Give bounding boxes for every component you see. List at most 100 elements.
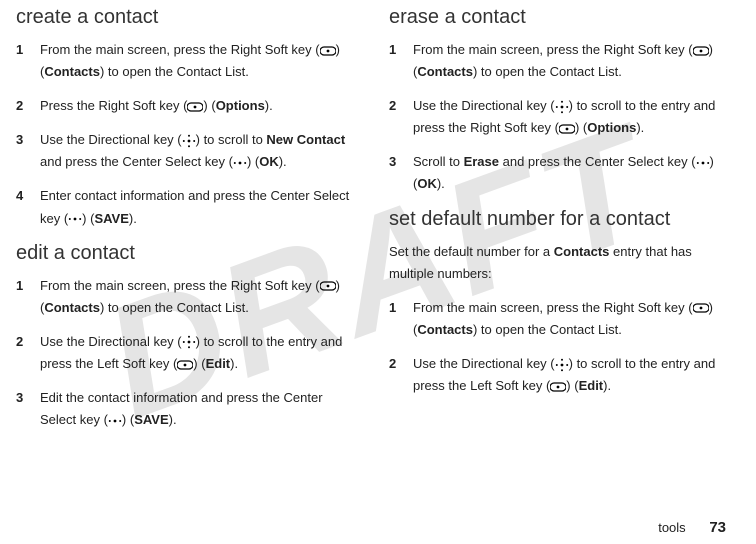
heading-set-default-number: set default number for a contact — [389, 208, 726, 231]
text: ) ( — [203, 98, 215, 113]
text: and press the Center Select key ( — [499, 154, 696, 169]
left-column: create a contact 1 From the main screen,… — [16, 6, 353, 443]
step-number: 1 — [389, 39, 413, 61]
softkey-icon — [320, 44, 336, 58]
text: Use the Directional key ( — [40, 334, 182, 349]
text: ) ( — [566, 378, 578, 393]
text: ) ( — [82, 211, 94, 226]
text: ) ( — [122, 412, 134, 427]
label-edit: Edit — [579, 378, 604, 393]
step: 2 Use the Directional key () to scroll t… — [389, 353, 726, 397]
text: Use the Directional key ( — [413, 356, 555, 371]
text: From the main screen, press the Right So… — [40, 278, 320, 293]
label-ok: OK — [259, 154, 279, 169]
heading-erase-contact: erase a contact — [389, 6, 726, 29]
directional-key-icon — [555, 100, 569, 114]
heading-create-contact: create a contact — [16, 6, 353, 29]
step-text: From the main screen, press the Right So… — [40, 39, 353, 83]
step-text: Use the Directional key () to scroll to … — [413, 95, 726, 139]
label-save: SAVE — [94, 211, 128, 226]
text: Use the Directional key ( — [413, 98, 555, 113]
label-contacts: Contacts — [554, 244, 610, 259]
label-erase: Erase — [464, 154, 499, 169]
step-text: Enter contact information and press the … — [40, 185, 353, 229]
step: 3 Scroll to Erase and press the Center S… — [389, 151, 726, 195]
text: ). — [437, 176, 445, 191]
step-text: Press the Right Soft key ( ) (Options). — [40, 95, 353, 117]
text: Set the default number for a — [389, 244, 554, 259]
text: From the main screen, press the Right So… — [40, 42, 320, 57]
step: 2 Press the Right Soft key ( ) (Options). — [16, 95, 353, 117]
step-number: 3 — [16, 387, 40, 409]
softkey-icon — [559, 122, 575, 136]
directional-key-icon — [555, 358, 569, 372]
step-number: 2 — [16, 331, 40, 353]
step-number: 2 — [16, 95, 40, 117]
label-contacts: Contacts — [417, 64, 473, 79]
center-select-icon — [68, 212, 82, 226]
center-select-icon — [696, 156, 710, 170]
label-contacts: Contacts — [44, 64, 100, 79]
text: ) ( — [575, 120, 587, 135]
label-contacts: Contacts — [417, 322, 473, 337]
step-text: From the main screen, press the Right So… — [413, 39, 726, 83]
label-options: Options — [587, 120, 636, 135]
intro-text: Set the default number for a Contacts en… — [389, 241, 726, 285]
step-number: 4 — [16, 185, 40, 207]
softkey-icon — [187, 100, 203, 114]
step: 1 From the main screen, press the Right … — [16, 39, 353, 83]
step-number: 3 — [16, 129, 40, 151]
text: ). — [636, 120, 644, 135]
text: and press the Center Select key ( — [40, 154, 233, 169]
text: ). — [230, 356, 238, 371]
step-number: 1 — [389, 297, 413, 319]
text: ) to scroll to — [196, 132, 267, 147]
step-number: 1 — [16, 275, 40, 297]
label-options: Options — [216, 98, 265, 113]
text: ) to open the Contact List. — [473, 322, 622, 337]
text: ). — [279, 154, 287, 169]
step: 1 From the main screen, press the Right … — [16, 275, 353, 319]
step: 2 Use the Directional key () to scroll t… — [389, 95, 726, 139]
text: ) to open the Contact List. — [473, 64, 622, 79]
step: 4 Enter contact information and press th… — [16, 185, 353, 229]
text: ) to open the Contact List. — [100, 300, 249, 315]
text: ) ( — [247, 154, 259, 169]
text: Press the Right Soft key ( — [40, 98, 187, 113]
center-select-icon — [233, 156, 247, 170]
text: ) ( — [193, 356, 205, 371]
step-text: Use the Directional key () to scroll to … — [40, 129, 353, 173]
label-new-contact: New Contact — [266, 132, 345, 147]
step-text: Scroll to Erase and press the Center Sel… — [413, 151, 726, 195]
step-number: 1 — [16, 39, 40, 61]
label-ok: OK — [417, 176, 437, 191]
page-number: 73 — [709, 519, 726, 536]
label-contacts: Contacts — [44, 300, 100, 315]
text: Use the Directional key ( — [40, 132, 182, 147]
text: Scroll to — [413, 154, 464, 169]
text: From the main screen, press the Right So… — [413, 300, 693, 315]
step-text: From the main screen, press the Right So… — [40, 275, 353, 319]
text: ). — [265, 98, 273, 113]
text: ). — [169, 412, 177, 427]
softkey-icon — [693, 301, 709, 315]
section-label: tools — [658, 520, 685, 535]
step: 3 Use the Directional key ( ) to scroll t… — [16, 129, 353, 173]
text: Edit the contact information and press t… — [40, 390, 323, 427]
step: 1 From the main screen, press the Right … — [389, 297, 726, 341]
step-number: 2 — [389, 353, 413, 375]
step-number: 2 — [389, 95, 413, 117]
right-column: erase a contact 1 From the main screen, … — [389, 6, 726, 443]
label-save: SAVE — [134, 412, 168, 427]
text: ). — [603, 378, 611, 393]
step: 2 Use the Directional key () to scroll t… — [16, 331, 353, 375]
page-footer: tools 73 — [658, 519, 726, 536]
step-text: Edit the contact information and press t… — [40, 387, 353, 431]
heading-edit-contact: edit a contact — [16, 242, 353, 265]
softkey-icon — [177, 358, 193, 372]
directional-key-icon — [182, 134, 196, 148]
center-select-icon — [108, 414, 122, 428]
text: ) to open the Contact List. — [100, 64, 249, 79]
text: ). — [129, 211, 137, 226]
label-edit: Edit — [206, 356, 231, 371]
